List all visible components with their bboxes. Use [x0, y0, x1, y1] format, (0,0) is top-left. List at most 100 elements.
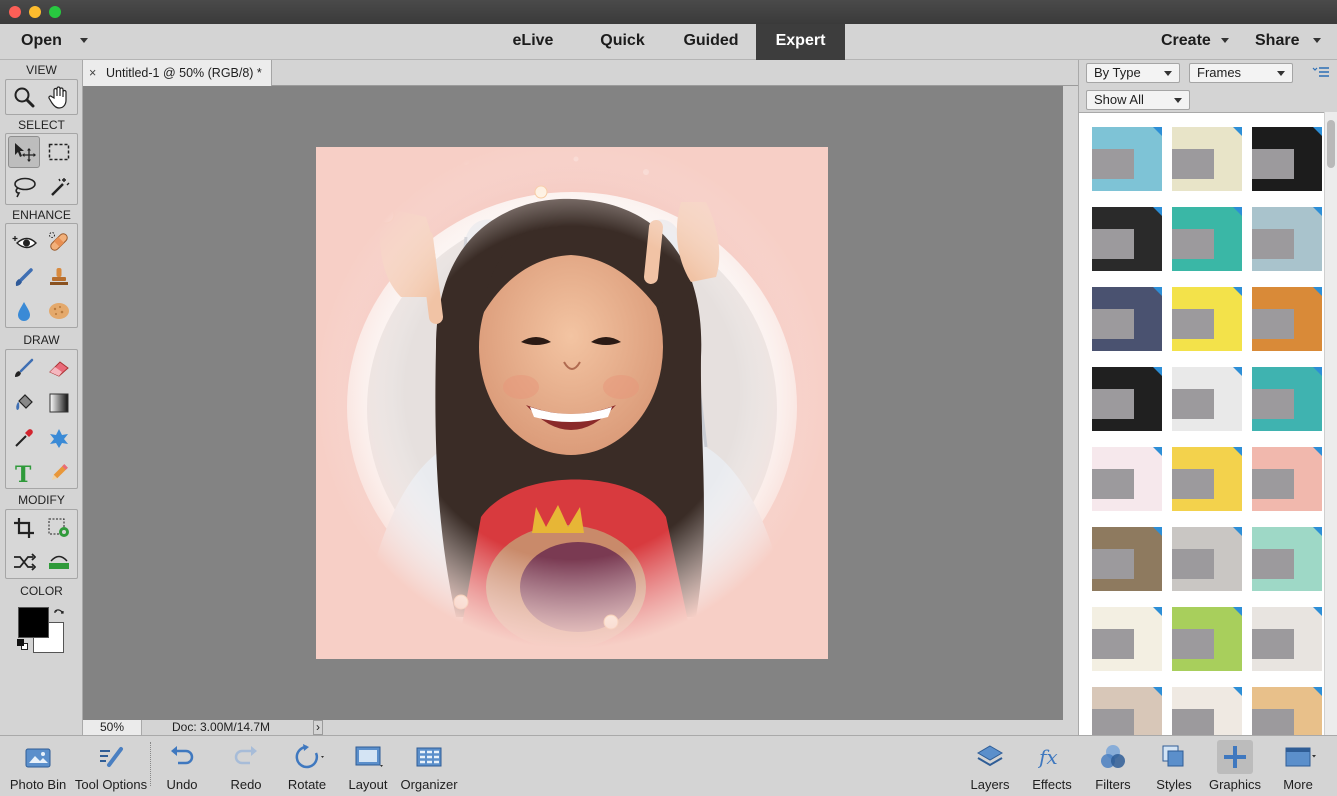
effects-button[interactable]: fx Effects [1027, 736, 1077, 796]
minimize-window-button[interactable] [29, 6, 41, 18]
crop-tool-icon[interactable] [8, 512, 40, 544]
type-tool-icon[interactable]: T [8, 457, 40, 489]
frame-thumbnail[interactable] [1172, 687, 1242, 735]
photo-image [316, 147, 828, 659]
category-dropdown[interactable]: Frames [1189, 63, 1293, 83]
zoom-field[interactable]: 50% [83, 720, 142, 735]
canvas[interactable] [83, 86, 1063, 720]
status-menu-arrow[interactable]: › [313, 720, 323, 735]
frame-thumbnail[interactable] [1172, 527, 1242, 591]
pencil-tool-icon[interactable] [43, 457, 75, 489]
frame-photo-placeholder [1092, 549, 1134, 579]
frame-thumbnail[interactable] [1092, 287, 1162, 351]
open-menu[interactable]: Open [21, 24, 88, 60]
frame-thumbnail[interactable] [1172, 127, 1242, 191]
tab-elive[interactable]: eLive [497, 24, 569, 60]
chevron-down-icon [79, 38, 88, 44]
brush-tool-icon[interactable] [8, 352, 40, 384]
chevron-down-icon [1164, 71, 1172, 76]
rotate-button[interactable]: Rotate [280, 736, 334, 796]
document-tab[interactable]: × Untitled-1 @ 50% (RGB/8) * [83, 60, 272, 86]
filters-button[interactable]: Filters [1090, 736, 1136, 796]
layout-button[interactable]: Layout [343, 736, 393, 796]
panel-menu-icon[interactable] [1312, 65, 1330, 79]
frame-thumbnail[interactable] [1252, 447, 1322, 511]
frame-thumbnail[interactable] [1092, 447, 1162, 511]
redo-button[interactable]: Redo [219, 736, 273, 796]
custom-shape-tool-icon[interactable] [43, 422, 75, 454]
smart-brush-tool-icon[interactable] [8, 261, 40, 293]
straighten-tool-icon[interactable] [43, 546, 75, 578]
frame-thumbnail[interactable] [1172, 607, 1242, 671]
frame-thumbnail[interactable] [1092, 527, 1162, 591]
frame-thumbnail[interactable] [1092, 367, 1162, 431]
zoom-window-button[interactable] [49, 6, 61, 18]
effects-label: Effects [1032, 777, 1072, 792]
download-badge-icon [1313, 527, 1322, 536]
filter-type-dropdown[interactable]: By Type [1086, 63, 1180, 83]
paint-bucket-tool-icon[interactable] [8, 387, 40, 419]
create-menu[interactable]: Create [1161, 24, 1229, 60]
panel-scrollbar[interactable] [1324, 112, 1337, 735]
document-vertical-scrollbar[interactable] [1063, 86, 1078, 735]
blur-tool-icon[interactable] [8, 295, 40, 327]
frame-thumbnail[interactable] [1252, 687, 1322, 735]
photo-bin-button[interactable]: Photo Bin [6, 736, 70, 796]
tool-options-button[interactable]: Tool Options [72, 736, 150, 796]
frame-thumbnail[interactable] [1172, 287, 1242, 351]
layers-button[interactable]: Layers [966, 736, 1014, 796]
download-badge-icon [1233, 207, 1242, 216]
clone-stamp-tool-icon[interactable] [43, 261, 75, 293]
default-colors-icon[interactable] [17, 639, 29, 651]
close-window-button[interactable] [9, 6, 21, 18]
frame-thumbnail[interactable] [1172, 447, 1242, 511]
panel-scrollbar-thumb[interactable] [1327, 120, 1335, 168]
red-eye-tool-icon[interactable] [8, 226, 40, 258]
sponge-tool-icon[interactable] [43, 295, 75, 327]
styles-button[interactable]: Styles [1152, 736, 1196, 796]
tab-expert[interactable]: Expert [756, 24, 845, 60]
tab-quick[interactable]: Quick [585, 24, 660, 60]
download-badge-icon [1233, 127, 1242, 136]
download-badge-icon [1313, 287, 1322, 296]
marquee-tool-icon[interactable] [43, 136, 75, 168]
organizer-button[interactable]: Organizer [398, 736, 460, 796]
chevron-down-icon [1174, 98, 1182, 103]
eyedropper-tool-icon[interactable] [8, 422, 40, 454]
close-tab-icon[interactable]: × [89, 60, 96, 86]
frame-thumbnail[interactable] [1252, 367, 1322, 431]
frame-thumbnail[interactable] [1172, 207, 1242, 271]
tab-guided[interactable]: Guided [671, 24, 751, 60]
frame-thumbnail[interactable] [1252, 207, 1322, 271]
graphics-button[interactable]: Graphics [1207, 736, 1263, 796]
quick-selection-tool-icon[interactable] [43, 171, 75, 203]
swap-colors-icon[interactable] [53, 607, 65, 619]
layout-label: Layout [348, 777, 388, 792]
frame-thumbnail[interactable] [1172, 367, 1242, 431]
gradient-tool-icon[interactable] [43, 387, 75, 419]
lasso-tool-icon[interactable] [8, 171, 40, 203]
frame-thumbnail[interactable] [1092, 127, 1162, 191]
frame-thumbnail[interactable] [1252, 607, 1322, 671]
frame-thumbnail[interactable] [1252, 287, 1322, 351]
eraser-tool-icon[interactable] [43, 352, 75, 384]
spot-healing-brush-icon[interactable] [43, 226, 75, 258]
frame-thumbnail[interactable] [1252, 127, 1322, 191]
download-badge-icon [1153, 527, 1162, 536]
frame-thumbnail[interactable] [1092, 207, 1162, 271]
undo-button[interactable]: Undo [155, 736, 209, 796]
share-menu[interactable]: Share [1255, 24, 1322, 60]
hand-tool-icon[interactable] [43, 81, 75, 113]
foreground-color-swatch-top[interactable] [18, 607, 49, 638]
recompose-tool-icon[interactable] [43, 512, 75, 544]
graphics-label: Graphics [1208, 777, 1262, 792]
frame-thumbnail[interactable] [1092, 687, 1162, 735]
frame-thumbnail[interactable] [1092, 607, 1162, 671]
bottom-taskbar: Photo Bin Tool Options Undo Redo Rotate … [0, 735, 1337, 796]
content-aware-move-icon[interactable] [8, 546, 40, 578]
move-tool-icon[interactable] [8, 136, 40, 168]
frame-thumbnail[interactable] [1252, 527, 1322, 591]
zoom-tool-icon[interactable] [8, 81, 40, 113]
more-button[interactable]: More [1276, 736, 1320, 796]
show-filter-dropdown[interactable]: Show All [1086, 90, 1190, 110]
